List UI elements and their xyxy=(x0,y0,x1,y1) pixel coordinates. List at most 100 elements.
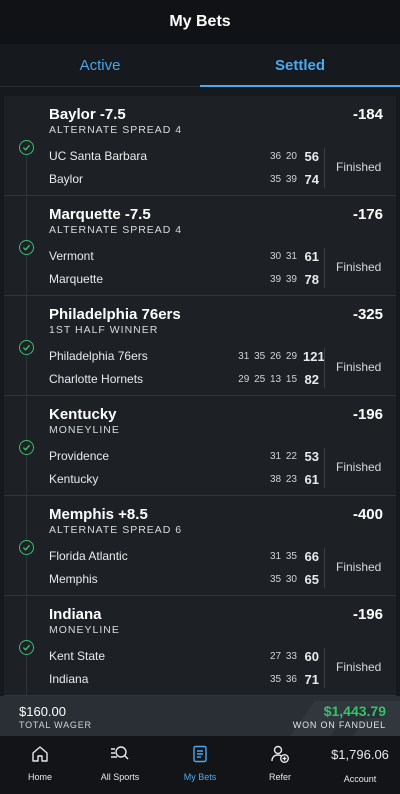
team-row: Providence 31 22 53 xyxy=(49,447,319,465)
divider xyxy=(324,548,325,588)
period-scores: 31 35 xyxy=(269,550,297,562)
final-score: 82 xyxy=(304,371,319,387)
bet-type: ALTERNATE SPREAD 6 xyxy=(49,524,183,536)
team-name: Kent State xyxy=(49,649,106,663)
bet-odds: -325 xyxy=(352,306,383,323)
team-name: Philadelphia 76ers xyxy=(49,349,148,363)
team-row: UC Santa Barbara 36 20 56 xyxy=(49,147,319,165)
final-score: 53 xyxy=(304,448,319,464)
total-wager-label: TOTAL WAGER xyxy=(19,720,92,730)
team-name: Baylor xyxy=(49,172,84,186)
period-scores: 38 23 xyxy=(269,473,297,485)
check-icon xyxy=(19,440,34,455)
period-scores: 35 39 xyxy=(269,173,297,185)
nav-all-sports[interactable]: All Sports xyxy=(80,736,160,794)
team-name: Charlotte Hornets xyxy=(49,372,144,386)
team-name: Marquette xyxy=(49,272,104,286)
status-text: Finished xyxy=(336,560,382,574)
bet-card[interactable]: Kentucky MONEYLINE -196 Providence 31 22… xyxy=(4,396,396,496)
bottom-nav: Home All Sports My Bets Refer $1,796.06 … xyxy=(0,736,400,794)
add-user-icon xyxy=(271,745,289,763)
check-icon xyxy=(19,640,34,655)
bet-odds: -400 xyxy=(352,506,383,523)
bet-card[interactable]: Philadelphia 76ers 1ST HALF WINNER -325 … xyxy=(4,296,396,396)
final-score: 78 xyxy=(304,271,319,287)
nav-refer[interactable]: Refer xyxy=(240,736,320,794)
account-balance: $1,796.06 xyxy=(331,747,389,762)
team-name: Memphis xyxy=(49,572,98,586)
team-row: Kentucky 38 23 61 xyxy=(49,470,319,488)
team-name: UC Santa Barbara xyxy=(49,149,148,163)
status-text: Finished xyxy=(336,660,382,674)
bet-card[interactable]: Baylor -7.5 ALTERNATE SPREAD 4 -184 UC S… xyxy=(4,96,396,196)
bet-odds: -176 xyxy=(352,206,383,223)
check-icon xyxy=(19,540,34,555)
period-scores: 39 39 xyxy=(269,273,297,285)
period-scores: 29 25 13 15 xyxy=(238,373,297,385)
period-scores: 35 36 xyxy=(269,673,297,685)
final-score: 74 xyxy=(304,171,319,187)
bet-title: Indiana xyxy=(49,606,102,623)
tab-active[interactable]: Active xyxy=(0,44,200,86)
status-text: Finished xyxy=(336,260,382,274)
final-score: 66 xyxy=(304,548,319,564)
divider xyxy=(324,448,325,488)
bet-type: MONEYLINE xyxy=(49,424,120,436)
won-amount: $1,443.79 xyxy=(323,703,386,719)
tab-settled[interactable]: Settled xyxy=(200,44,400,87)
settled-bets-list[interactable]: Baylor -7.5 ALTERNATE SPREAD 4 -184 UC S… xyxy=(4,96,396,696)
team-row: Philadelphia 76ers 31 35 26 29 121 xyxy=(49,347,325,365)
bet-type: 1ST HALF WINNER xyxy=(49,324,159,336)
final-score: 60 xyxy=(304,648,319,664)
nav-home[interactable]: Home xyxy=(0,736,80,794)
period-scores: 36 20 xyxy=(269,150,297,162)
divider xyxy=(324,248,325,288)
team-name: Indiana xyxy=(49,672,89,686)
period-scores: 30 31 xyxy=(269,250,297,262)
nav-my-bets[interactable]: My Bets xyxy=(160,736,240,794)
wager-summary-bar: $160.00 TOTAL WAGER $1,443.79 WON ON FAN… xyxy=(0,696,400,736)
final-score: 61 xyxy=(304,248,319,264)
bet-slip-icon xyxy=(193,745,207,763)
nav-account-label: Account xyxy=(343,774,377,784)
period-scores: 27 33 xyxy=(269,650,297,662)
final-score: 65 xyxy=(304,571,319,587)
team-row: Indiana 35 36 71 xyxy=(49,670,319,688)
bet-title: Baylor -7.5 xyxy=(49,106,126,123)
team-row: Baylor 35 39 74 xyxy=(49,170,319,188)
check-icon xyxy=(19,140,34,155)
team-name: Florida Atlantic xyxy=(49,549,128,563)
nav-home-label: Home xyxy=(27,772,52,782)
bet-type: ALTERNATE SPREAD 4 xyxy=(49,124,183,136)
bet-title: Marquette -7.5 xyxy=(49,206,151,223)
bet-tabs: Active Settled xyxy=(0,44,400,87)
final-score: 71 xyxy=(304,671,319,687)
bet-card[interactable]: Marquette -7.5 ALTERNATE SPREAD 4 -176 V… xyxy=(4,196,396,296)
won-label: WON ON FANDUEL xyxy=(292,720,386,730)
nav-my-bets-label: My Bets xyxy=(183,772,217,782)
team-row: Charlotte Hornets 29 25 13 15 82 xyxy=(49,370,319,388)
team-row: Memphis 35 30 65 xyxy=(49,570,319,588)
team-row: Vermont 30 31 61 xyxy=(49,247,319,265)
nav-account[interactable]: $1,796.06 Account xyxy=(320,736,400,794)
team-name: Providence xyxy=(49,449,110,463)
check-icon xyxy=(19,340,34,355)
home-icon xyxy=(32,746,48,762)
nav-all-sports-label: All Sports xyxy=(100,772,140,782)
page-header: My Bets xyxy=(0,0,400,44)
check-icon xyxy=(19,240,34,255)
final-score: 56 xyxy=(304,148,319,164)
bet-card[interactable]: Memphis +8.5 ALTERNATE SPREAD 6 -400 Flo… xyxy=(4,496,396,596)
team-name: Vermont xyxy=(49,249,94,263)
sports-search-icon xyxy=(111,746,129,760)
bet-title: Kentucky xyxy=(49,406,117,423)
total-wager-amount: $160.00 xyxy=(19,704,66,719)
status-text: Finished xyxy=(336,360,382,374)
team-row: Marquette 39 39 78 xyxy=(49,270,319,288)
bet-type: ALTERNATE SPREAD 4 xyxy=(49,224,183,236)
period-scores: 31 22 xyxy=(269,450,297,462)
bet-odds: -184 xyxy=(352,106,383,123)
period-scores: 35 30 xyxy=(269,573,297,585)
bet-card[interactable]: Indiana MONEYLINE -196 Kent State 27 33 … xyxy=(4,596,396,696)
divider xyxy=(324,148,325,188)
